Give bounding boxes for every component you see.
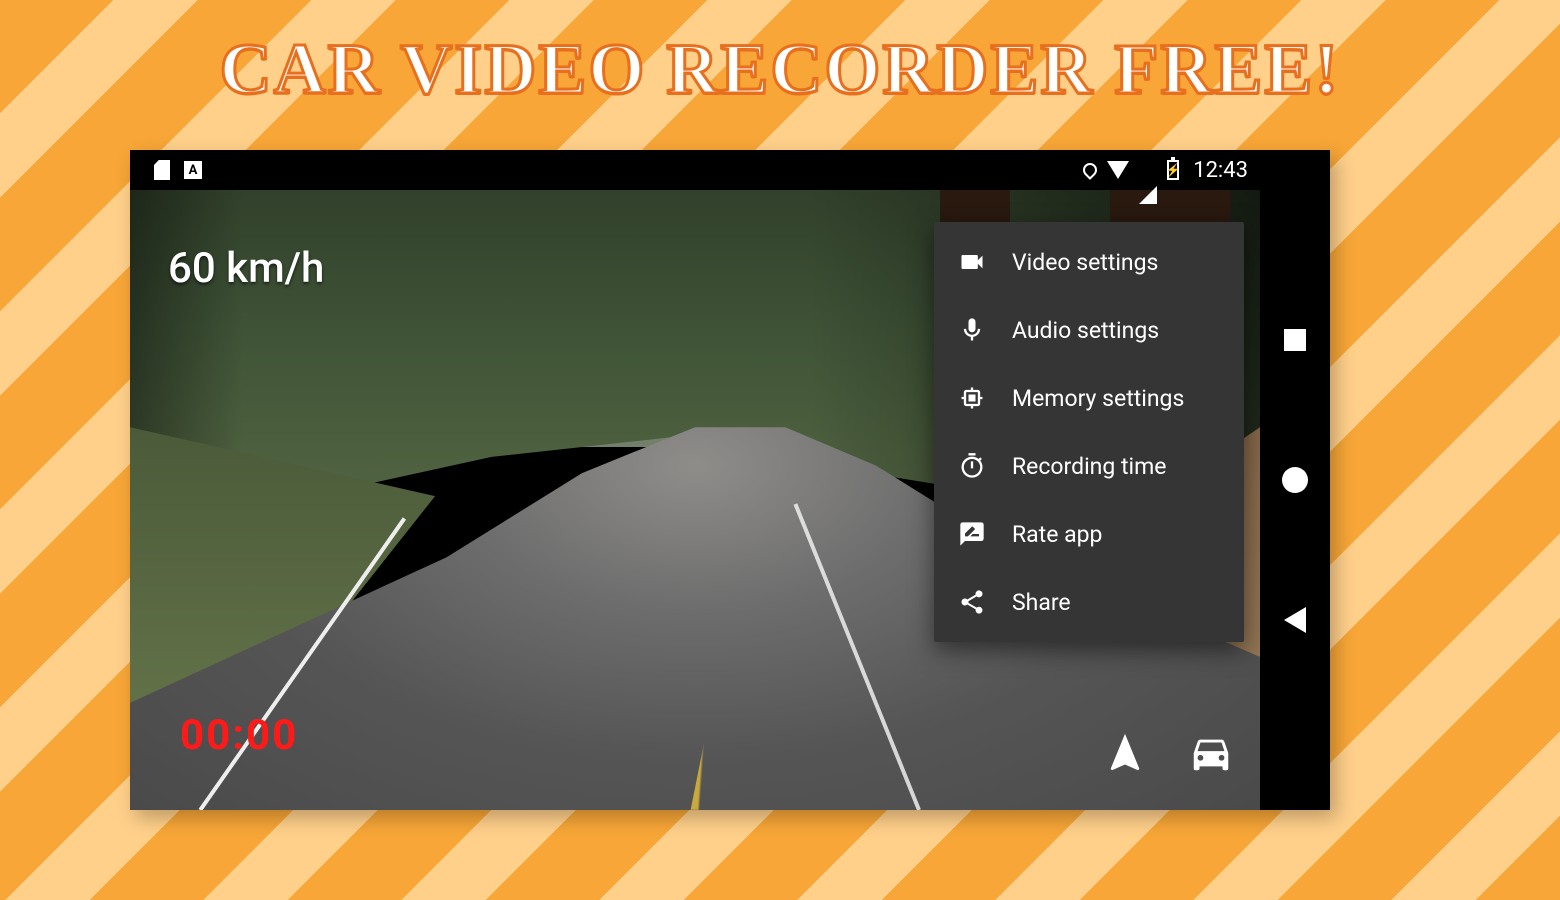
menu-item-label: Recording time <box>1012 453 1166 480</box>
car-icon <box>1188 730 1234 776</box>
triangle-icon <box>1284 607 1306 633</box>
device-frame: A ⚡ 12:43 60 km/h 00:00 Video settings <box>130 150 1330 810</box>
menu-item-rate-app[interactable]: Rate app <box>934 500 1244 568</box>
menu-item-label: Memory settings <box>1012 385 1184 412</box>
nav-home-button[interactable] <box>1260 458 1330 502</box>
recording-timer: 00:00 <box>180 711 298 760</box>
navigate-button[interactable] <box>1102 730 1148 780</box>
cell-signal-icon <box>1139 161 1157 179</box>
menu-item-memory-settings[interactable]: Memory settings <box>934 364 1244 432</box>
nav-recent-apps-button[interactable] <box>1260 318 1330 362</box>
menu-item-label: Share <box>1012 589 1071 616</box>
rate-review-icon <box>958 520 986 548</box>
menu-item-video-settings[interactable]: Video settings <box>934 228 1244 296</box>
timer-icon <box>958 452 986 480</box>
app-notification-icon: A <box>184 161 202 179</box>
circle-icon <box>1282 467 1308 493</box>
menu-item-recording-time[interactable]: Recording time <box>934 432 1244 500</box>
app-screen: A ⚡ 12:43 60 km/h 00:00 Video settings <box>130 150 1260 810</box>
car-mode-button[interactable] <box>1188 730 1234 780</box>
share-icon <box>958 588 986 616</box>
settings-menu: Video settings Audio settings Memory set… <box>934 222 1244 642</box>
android-nav-bar <box>1260 150 1330 810</box>
square-icon <box>1284 329 1306 351</box>
wifi-icon <box>1107 161 1129 179</box>
sdcard-icon <box>154 160 170 180</box>
menu-item-label: Audio settings <box>1012 317 1159 344</box>
speed-overlay: 60 km/h <box>168 244 324 293</box>
menu-item-share[interactable]: Share <box>934 568 1244 636</box>
navigate-icon <box>1102 730 1148 776</box>
menu-item-audio-settings[interactable]: Audio settings <box>934 296 1244 364</box>
battery-charging-icon: ⚡ <box>1167 160 1179 180</box>
location-icon <box>1080 160 1100 180</box>
android-status-bar: A ⚡ 12:43 <box>130 150 1260 190</box>
promo-headline: CAR VIDEO RECORDER FREE! <box>220 28 1341 111</box>
nav-back-button[interactable] <box>1260 598 1330 642</box>
mic-icon <box>958 316 986 344</box>
videocam-icon <box>958 248 986 276</box>
memory-chip-icon <box>958 384 986 412</box>
menu-item-label: Video settings <box>1012 249 1158 276</box>
menu-item-label: Rate app <box>1012 521 1102 548</box>
status-clock: 12:43 <box>1193 158 1248 183</box>
